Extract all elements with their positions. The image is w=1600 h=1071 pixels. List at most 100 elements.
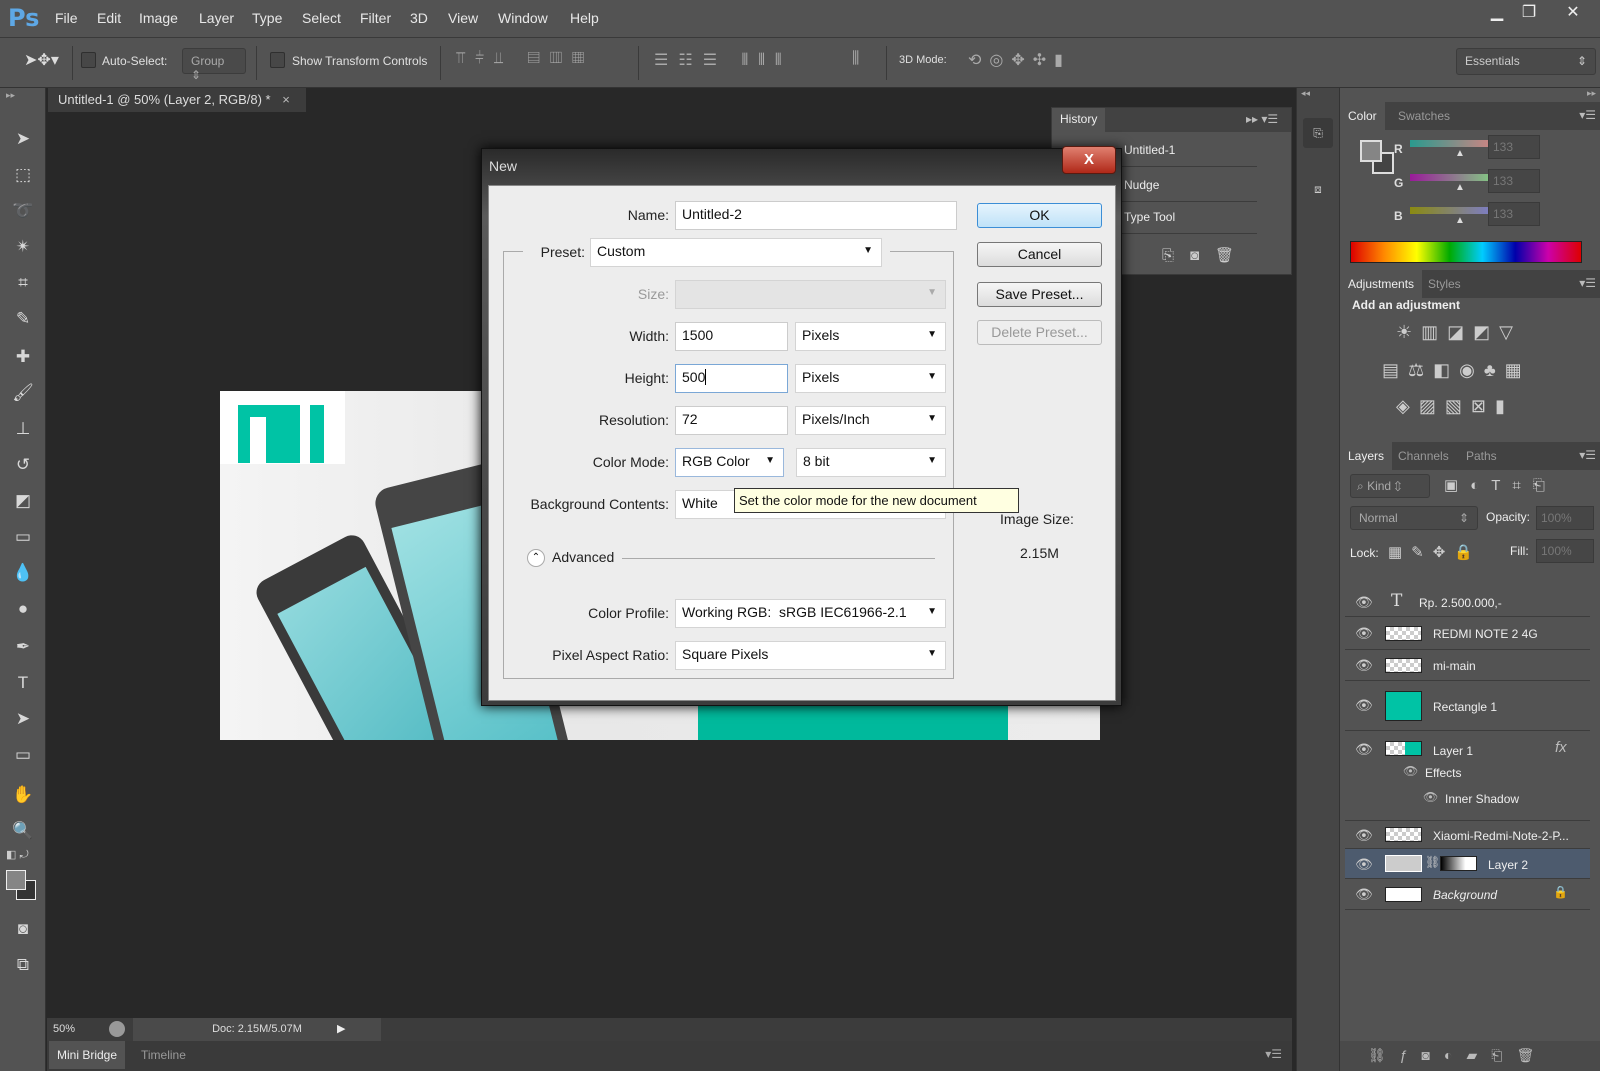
layer-row[interactable]: 👁 T Rp. 2.500.000,- — [1345, 587, 1590, 617]
foreground-color-swatch[interactable] — [6, 870, 26, 890]
r-slider-handle[interactable]: ▲ — [1455, 148, 1465, 159]
tab-paths[interactable]: Paths — [1458, 442, 1505, 470]
layers-footer-icons[interactable]: ⛓ƒ◙◐▰⎗🗑 — [1340, 1041, 1600, 1071]
color-mode-dropdown[interactable]: RGB Color ▼ — [675, 448, 784, 477]
marquee-tool-icon[interactable]: ⬚ — [8, 160, 38, 190]
zoom-tool-icon[interactable]: 🔍 — [8, 816, 38, 846]
history-tab[interactable]: History — [1052, 108, 1106, 132]
menu-filter[interactable]: Filter — [360, 10, 391, 26]
advanced-toggle-icon[interactable]: ⌃ — [527, 549, 545, 567]
layer-row[interactable]: 👁 Layer 1 fx 👁 Effects 👁 Inner Shadow — [1345, 731, 1590, 821]
screen-mode-icon[interactable]: ⧉ — [8, 950, 38, 980]
collapse-dock-icon[interactable]: ◂◂ — [1301, 88, 1310, 99]
tab-adjustments[interactable]: Adjustments — [1340, 270, 1423, 298]
panel-menu-icon[interactable]: ▾☰ — [1265, 1047, 1282, 1061]
visibility-eye-icon[interactable]: 👁 — [1355, 657, 1373, 674]
visibility-eye-icon[interactable]: 👁 — [1355, 594, 1373, 611]
close-tab-icon[interactable]: × — [282, 92, 290, 107]
layer-filter-icons[interactable]: ▣◐T⌗⎗ — [1444, 476, 1557, 494]
tab-layers[interactable]: Layers — [1340, 442, 1393, 470]
layer-row[interactable]: 👁 Rectangle 1 — [1345, 681, 1590, 731]
expand-panels-icon[interactable]: ▸▸ — [1587, 88, 1596, 99]
color-spectrum-ramp[interactable] — [1350, 241, 1582, 263]
blur-tool-icon[interactable]: 💧 — [8, 558, 38, 588]
gradient-tool-icon[interactable]: ▭ — [8, 522, 38, 552]
panel-menu-icon[interactable]: ▾☰ — [1579, 448, 1596, 462]
effect-eye-icon[interactable]: 👁 — [1423, 790, 1438, 804]
effects-eye-icon[interactable]: 👁 — [1403, 764, 1418, 778]
close-app-button[interactable]: ✕ — [1556, 2, 1590, 24]
adjustment-icons-row-1[interactable]: ☀▥◪◩▽ — [1396, 322, 1522, 343]
visibility-eye-icon[interactable]: 👁 — [1355, 886, 1373, 903]
layer-row[interactable]: 👁 Xiaomi-Redmi-Note-2-P... — [1345, 821, 1590, 849]
tab-timeline[interactable]: Timeline — [133, 1041, 194, 1069]
g-slider-handle[interactable]: ▲ — [1455, 182, 1465, 193]
advanced-label[interactable]: Advanced — [552, 549, 614, 565]
crop-tool-icon[interactable]: ⌗ — [8, 268, 38, 298]
history-dock-icon[interactable]: ⎘ — [1303, 118, 1333, 148]
distribute-icons[interactable]: ☰☷☰ ⫴⫴⫴ — [654, 50, 792, 70]
visibility-eye-icon[interactable]: 👁 — [1355, 741, 1373, 758]
color-profile-dropdown[interactable]: Working RGB: sRGB IEC61966-2.1 ▼ — [675, 599, 946, 628]
ok-button[interactable]: OK — [977, 203, 1102, 228]
menu-view[interactable]: View — [448, 10, 478, 26]
restore-button[interactable]: ❐ — [1512, 2, 1546, 24]
dodge-tool-icon[interactable]: ● — [8, 594, 38, 624]
layer-filter-dropdown[interactable]: ⌕ Kind ⇕ — [1350, 474, 1430, 498]
auto-select-dropdown[interactable]: Group ⇕ — [182, 48, 246, 82]
clock-icon[interactable] — [109, 1021, 125, 1037]
menu-help[interactable]: Help — [570, 10, 599, 26]
tab-styles[interactable]: Styles — [1420, 270, 1469, 298]
show-transform-checkbox[interactable] — [270, 52, 285, 68]
3d-mode-icons[interactable]: ⟲◎✥✣▮ — [968, 50, 1071, 70]
panel-menu-icon[interactable]: ▾☰ — [1579, 108, 1596, 122]
tab-mini-bridge[interactable]: Mini Bridge — [49, 1041, 126, 1069]
move-tool-icon[interactable]: ➤✥▾ — [24, 50, 59, 70]
move-tool-icon[interactable]: ➤ — [8, 124, 38, 154]
link-icon[interactable]: ⛓ — [1425, 855, 1440, 869]
status-menu-arrow-icon[interactable]: ▶ — [337, 1022, 345, 1035]
visibility-eye-icon[interactable]: 👁 — [1355, 827, 1373, 844]
zoom-level[interactable]: 50% — [53, 1023, 75, 1035]
menu-layer[interactable]: Layer — [199, 10, 234, 26]
history-panel-menu-icon[interactable]: ▸▸ ▾☰ — [1246, 112, 1278, 126]
bit-depth-dropdown[interactable]: 8 bit ▼ — [796, 448, 946, 477]
blend-mode-dropdown[interactable]: Normal ⇕ — [1350, 506, 1478, 530]
fill-input[interactable]: 100% — [1536, 539, 1594, 563]
preset-dropdown[interactable]: Custom ▼ — [590, 238, 882, 267]
menu-file[interactable]: File — [55, 10, 78, 26]
rectangle-tool-icon[interactable]: ▭ — [8, 740, 38, 770]
height-input[interactable]: 500 — [675, 364, 788, 393]
auto-select-checkbox[interactable] — [81, 52, 96, 68]
g-value[interactable]: 133 — [1488, 169, 1540, 193]
type-tool-icon[interactable]: T — [8, 668, 38, 698]
adjustment-icons-row-3[interactable]: ◈▨▧⊠▮ — [1396, 396, 1514, 417]
name-input[interactable]: Untitled-2 — [675, 201, 957, 230]
lasso-tool-icon[interactable]: ➰ — [8, 196, 38, 226]
menu-window[interactable]: Window — [498, 10, 548, 26]
dialog-close-button[interactable]: X — [1062, 146, 1116, 174]
pixel-aspect-dropdown[interactable]: Square Pixels ▼ — [675, 641, 946, 670]
adjustment-icons-row-2[interactable]: ▤⚖◧◉♣▦ — [1382, 360, 1531, 381]
lock-icons[interactable]: ▦✎✥🔒 — [1388, 543, 1482, 561]
brush-tool-icon[interactable]: 🖌 — [8, 378, 38, 408]
b-slider-handle[interactable]: ▲ — [1455, 215, 1465, 226]
minimize-button[interactable]: ▁ — [1480, 2, 1514, 24]
panel-menu-icon[interactable]: ▾☰ — [1579, 276, 1596, 290]
path-selection-tool-icon[interactable]: ➤ — [8, 704, 38, 734]
menu-select[interactable]: Select — [302, 10, 341, 26]
width-input[interactable]: 1500 — [675, 322, 788, 351]
healing-brush-tool-icon[interactable]: ✚ — [8, 342, 38, 372]
b-value[interactable]: 133 — [1488, 202, 1540, 226]
layer-mask-thumbnail[interactable] — [1440, 856, 1477, 871]
eyedropper-tool-icon[interactable]: ✎ — [8, 304, 38, 334]
menu-image[interactable]: Image — [139, 10, 178, 26]
tab-color[interactable]: Color — [1340, 102, 1385, 130]
magic-wand-tool-icon[interactable]: ✴ — [8, 232, 38, 262]
tab-swatches[interactable]: Swatches — [1390, 102, 1458, 130]
r-value[interactable]: 133 — [1488, 135, 1540, 159]
quick-mask-icon[interactable]: ◙ — [8, 914, 38, 944]
cancel-button[interactable]: Cancel — [977, 242, 1102, 267]
eraser-tool-icon[interactable]: ◩ — [8, 486, 38, 516]
visibility-eye-icon[interactable]: 👁 — [1355, 697, 1373, 714]
